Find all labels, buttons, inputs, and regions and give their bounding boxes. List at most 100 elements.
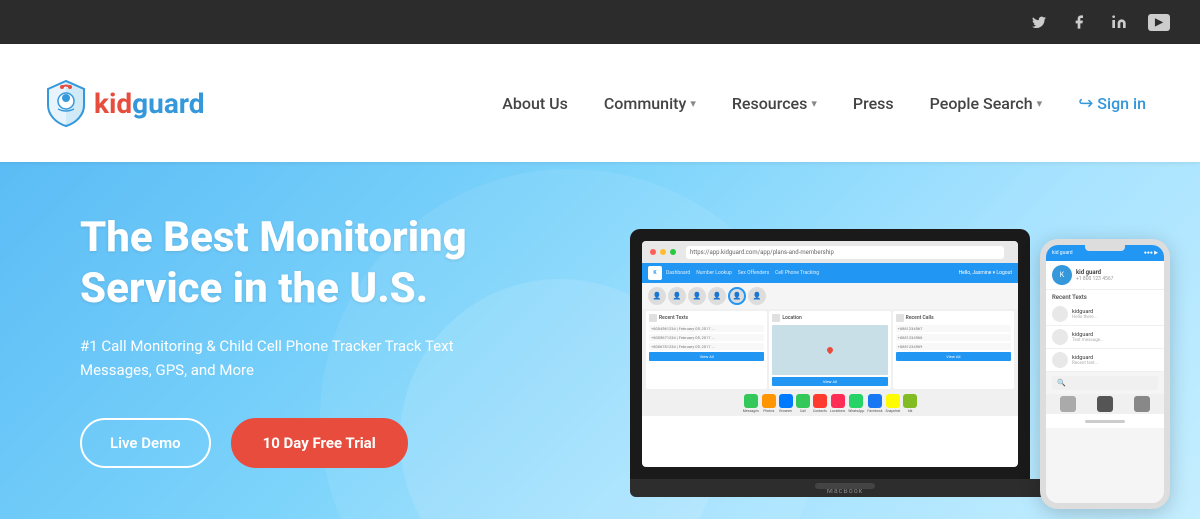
call-item-2: +8881234568 <box>896 334 1011 341</box>
linkedin-link[interactable] <box>1108 11 1130 33</box>
phone-call-time-2: Test message... <box>1072 338 1158 343</box>
live-demo-button[interactable]: Live Demo <box>80 418 211 468</box>
view-all-calls[interactable]: View All <box>896 352 1011 361</box>
youtube-icon: ▶ <box>1148 14 1170 31</box>
profile-avatar-2: 👤 <box>668 287 686 305</box>
hero-devices: https://app.kidguard.com/app/plans-and-m… <box>630 162 1170 519</box>
facebook-icon <box>868 394 882 408</box>
phone-contact-info: kid guard +1 800 123 4567 <box>1076 269 1158 282</box>
card-title-bar: Recent Texts <box>649 314 764 322</box>
youtube-link[interactable]: ▶ <box>1148 11 1170 33</box>
location-card-icon <box>772 314 780 322</box>
nav-about[interactable]: About Us <box>488 86 582 121</box>
phone-contact-detail: +1 800 123 4567 <box>1076 276 1158 282</box>
hero-section: The Best Monitoring Service in the U.S. … <box>0 162 1200 519</box>
phone-call-dot-1 <box>1052 306 1068 322</box>
call-item-1: +8881234567 <box>896 325 1011 332</box>
phone-contact-name: kid guard <box>1076 269 1158 276</box>
call-icon <box>796 394 810 408</box>
facebook-link[interactable] <box>1068 11 1090 33</box>
locations-icon <box>831 394 845 408</box>
profile-avatar-3: 👤 <box>688 287 706 305</box>
app-icon-kik: kik <box>903 394 917 413</box>
hero-title: The Best Monitoring Service in the U.S. <box>80 213 500 314</box>
signin-link[interactable]: ↪ Sign in <box>1064 85 1160 122</box>
profile-avatar-5: 👤 <box>728 287 746 305</box>
card-title-recent-calls: Recent Calls <box>906 315 934 321</box>
card-title-recent-texts: Recent Texts <box>659 315 688 321</box>
app-icon-photos: Photos <box>762 394 776 413</box>
nav-resources[interactable]: Resources▾ <box>718 86 831 121</box>
laptop-body: https://app.kidguard.com/app/plans-and-m… <box>630 229 1030 479</box>
window-dot-red <box>650 249 656 255</box>
twitter-link[interactable] <box>1028 11 1050 33</box>
profile-avatar-1: 👤 <box>648 287 666 305</box>
phone-bottom-icons <box>1046 394 1164 414</box>
logo-text: kidguard <box>94 87 205 120</box>
nav-press[interactable]: Press <box>839 86 908 121</box>
app-icon-contacts: Contacts <box>813 394 827 413</box>
phone-mockup: kid guard ●●● ▶ K kid guard +1 800 123 4… <box>1040 239 1170 509</box>
content-grid: Recent Texts +8004561234 | February 05, … <box>642 309 1018 391</box>
free-trial-button[interactable]: 10 Day Free Trial <box>231 418 408 468</box>
nav-community[interactable]: Community▾ <box>590 86 710 121</box>
card-title-location: Location <box>782 315 801 321</box>
app-icon-browser: Browser <box>779 394 793 413</box>
app-icon-call: Call <box>796 394 810 413</box>
people-search-dropdown-arrow: ▾ <box>1037 97 1043 110</box>
phone-status-text: kid guard <box>1052 250 1073 256</box>
recent-texts-card: Recent Texts +8004561234 | February 05, … <box>646 311 767 389</box>
nav-people-search[interactable]: People Search▾ <box>916 86 1057 121</box>
location-card: Location View All <box>769 311 890 389</box>
resources-dropdown-arrow: ▾ <box>811 97 817 110</box>
app-icon-locations: Locations <box>830 394 845 413</box>
phone-call-time-1: Hello there... <box>1072 315 1158 320</box>
app-icon-messages: Messages <box>743 394 759 413</box>
phone-bottom-icon-2 <box>1097 396 1113 412</box>
app-nav-dashboard: Dashboard <box>666 270 690 276</box>
phone-call-item-1: kidguard Hello there... <box>1046 303 1164 326</box>
phone-screen: kid guard ●●● ▶ K kid guard +1 800 123 4… <box>1046 245 1164 503</box>
phone-search-bar[interactable]: 🔍 <box>1052 376 1158 390</box>
app-nav-phone-tracking: Cell Phone Tracking <box>775 270 819 276</box>
text-item-2: +8005671234 | February 05, 2017 ... <box>649 334 764 341</box>
phone-section-title: Recent Texts <box>1046 290 1164 303</box>
recent-calls-card: Recent Calls +8881234567 +8881234568 +88… <box>893 311 1014 389</box>
logo-link[interactable]: kidguard <box>40 77 205 129</box>
phone-notch <box>1085 245 1125 251</box>
location-title-bar: Location <box>772 314 887 322</box>
phone-call-info-1: kidguard Hello there... <box>1072 309 1158 320</box>
nav-links: About Us Community▾ Resources▾ Press Peo… <box>488 85 1160 122</box>
map-placeholder <box>772 325 887 375</box>
navbar: kidguard About Us Community▾ Resources▾ … <box>0 44 1200 162</box>
app-header: K Dashboard Number Lookup Sex Offenders … <box>642 263 1018 283</box>
call-item-3: +8881234569 <box>896 343 1011 350</box>
phone-contact-header: K kid guard +1 800 123 4567 <box>1046 261 1164 290</box>
hero-content: The Best Monitoring Service in the U.S. … <box>0 213 580 468</box>
whatsapp-icon <box>849 394 863 408</box>
phone-body: kid guard ●●● ▶ K kid guard +1 800 123 4… <box>1040 239 1170 509</box>
window-dot-green <box>670 249 676 255</box>
phone-call-dot-3 <box>1052 352 1068 368</box>
app-icon-snapchat: Snapchat <box>886 394 901 413</box>
contacts-icon <box>813 394 827 408</box>
laptop-mockup: https://app.kidguard.com/app/plans-and-m… <box>630 229 1060 519</box>
calls-card-icon <box>896 314 904 322</box>
phone-search-icon: 🔍 <box>1057 379 1066 387</box>
phone-call-time-3: Recent text... <box>1072 361 1158 366</box>
app-icon-facebook: Facebook <box>867 394 882 413</box>
phone-call-item-3: kidguard Recent text... <box>1046 349 1164 372</box>
view-all-texts[interactable]: View All <box>649 352 764 361</box>
phone-call-dot-2 <box>1052 329 1068 345</box>
community-dropdown-arrow: ▾ <box>690 97 696 110</box>
url-text: https://app.kidguard.com/app/plans-and-m… <box>690 249 834 256</box>
browser-icon <box>779 394 793 408</box>
text-item-1: +8004561234 | February 05, 2017 ... <box>649 325 764 332</box>
phone-call-info-3: kidguard Recent text... <box>1072 355 1158 366</box>
phone-call-item-2: kidguard Test message... <box>1046 326 1164 349</box>
view-all-locations[interactable]: View All <box>772 377 887 386</box>
laptop-base <box>630 479 1060 497</box>
calls-title-bar: Recent Calls <box>896 314 1011 322</box>
photos-icon <box>762 394 776 408</box>
text-item-3: +8006781234 | February 05, 2017 ... <box>649 343 764 350</box>
